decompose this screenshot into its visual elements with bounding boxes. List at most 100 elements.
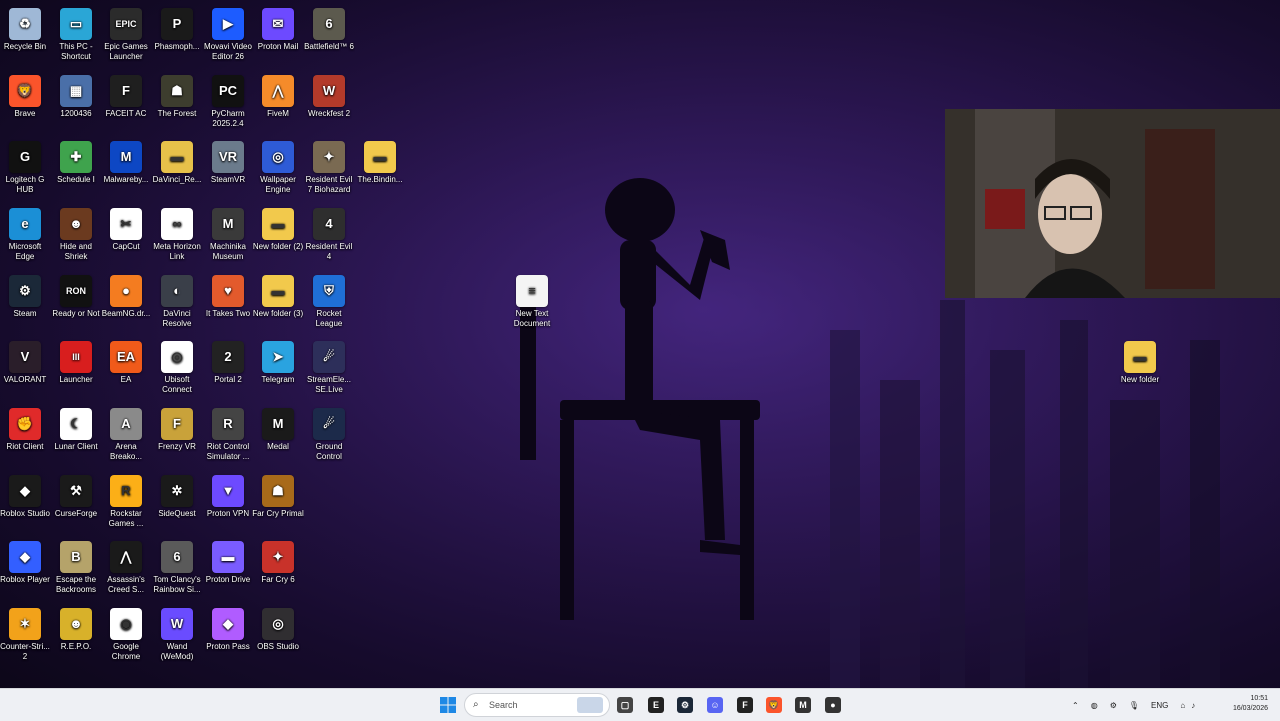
volume-icon[interactable]: ♪ xyxy=(1191,701,1195,710)
desktop-shortcut[interactable]: ✚ Schedule I xyxy=(51,137,101,201)
desktop-shortcut[interactable]: F Frenzy VR xyxy=(152,404,202,468)
desktop-shortcut[interactable]: M Machinika Museum xyxy=(203,204,253,268)
discord-icon[interactable]: ☺ xyxy=(703,693,727,717)
desktop-shortcut[interactable]: ⚒ CurseForge xyxy=(51,471,101,535)
desktop-shortcut[interactable]: ☻ R.E.P.O. xyxy=(51,604,101,668)
desktop-shortcut[interactable]: ✦ Resident Evil 7 Biohazard xyxy=(304,137,354,201)
desktop-shortcut[interactable]: ♻ Recycle Bin xyxy=(0,4,50,68)
edge-icon: e xyxy=(9,208,41,240)
desktop-shortcut[interactable]: ☄ Ground Control xyxy=(304,404,354,468)
desktop-shortcut[interactable]: 4 Resident Evil 4 xyxy=(304,204,354,268)
proton-mail-taskbar-icon[interactable]: M xyxy=(791,693,815,717)
desktop-shortcut[interactable]: e Microsoft Edge xyxy=(0,204,50,268)
ready-or-not-icon: RON xyxy=(60,275,92,307)
desktop-shortcut[interactable]: VR SteamVR xyxy=(203,137,253,201)
network-icon[interactable]: ⌂ xyxy=(1180,701,1185,710)
desktop-shortcut[interactable]: A Arena Breako... xyxy=(101,404,151,468)
desktop-shortcut[interactable]: ◐ DaVinci Resolve xyxy=(152,271,202,335)
desktop-shortcut[interactable]: ▬ Proton Drive xyxy=(203,537,253,601)
desktop-shortcut[interactable]: ♥ It Takes Two xyxy=(203,271,253,335)
schedule-icon: ✚ xyxy=(60,141,92,173)
desktop-shortcut[interactable]: ✊ Riot Client xyxy=(0,404,50,468)
microphone-icon[interactable]: 🎙 xyxy=(1129,701,1139,710)
webcam-person xyxy=(945,109,1280,298)
epic-games-taskbar-icon[interactable]: E xyxy=(644,693,668,717)
desktop-shortcut[interactable]: ◉ Google Chrome xyxy=(101,604,151,668)
windows-start-icon[interactable] xyxy=(436,693,460,717)
desktop-shortcut[interactable]: F FACEIT AC xyxy=(101,71,151,135)
desktop-shortcut[interactable]: ◎ Ubisoft Connect xyxy=(152,337,202,401)
desktop-shortcut[interactable]: ▬ The.Bindin... xyxy=(355,137,405,201)
desktop-shortcut[interactable]: ⛨ Rocket League xyxy=(304,271,354,335)
clock[interactable]: 10:51 16/03/2026 xyxy=(1233,694,1268,714)
desktop-shortcut[interactable]: P Phasmoph... xyxy=(152,4,202,68)
desktop-shortcut[interactable]: ∞ Meta Horizon Link xyxy=(152,204,202,268)
desktop-shortcut[interactable]: 2 Portal 2 xyxy=(203,337,253,401)
desktop-shortcut[interactable]: ☗ Far Cry Primal xyxy=(252,471,304,535)
desktop-shortcut[interactable]: ▬ New folder xyxy=(1115,337,1165,401)
recording-app-icon[interactable]: ● xyxy=(821,693,845,717)
desktop-shortcut[interactable]: III Launcher xyxy=(51,337,101,401)
desktop-shortcut[interactable]: ☗ The Forest xyxy=(152,71,202,135)
desktop-shortcut[interactable]: ▬ New folder (2) xyxy=(253,204,303,268)
desktop-shortcut[interactable]: G Logitech G HUB xyxy=(0,137,50,201)
desktop-shortcut[interactable]: ▭ This PC - Shortcut xyxy=(51,4,101,68)
desktop-shortcut[interactable]: ☻ Hide and Shriek xyxy=(51,204,101,268)
the-forest-icon: ☗ xyxy=(161,75,193,107)
desktop-shortcut[interactable]: ◎ Wallpaper Engine xyxy=(253,137,303,201)
desktop-shortcut[interactable]: W Wand (WeMod) xyxy=(152,604,202,668)
desktop-shortcut[interactable]: EA EA xyxy=(101,337,151,401)
desktop-shortcut[interactable]: EPIC Epic Games Launcher xyxy=(101,4,151,68)
desktop-shortcut[interactable]: ✦ Far Cry 6 xyxy=(253,537,303,601)
desktop-shortcut[interactable]: ✂ CapCut xyxy=(101,204,151,268)
valorant-icon: V xyxy=(9,341,41,373)
desktop-shortcut[interactable]: ◆ Proton Pass xyxy=(203,604,253,668)
desktop-shortcut-label: SideQuest xyxy=(158,509,196,518)
task-view-icon[interactable]: ▢ xyxy=(613,693,637,717)
desktop-shortcut[interactable]: RON Ready or Not xyxy=(51,271,101,335)
desktop-shortcut[interactable]: M Malwareby... xyxy=(101,137,151,201)
steam-tray-icon[interactable]: ⚙ xyxy=(1110,701,1117,710)
desktop-shortcut[interactable]: 6 Battlefield™ 6 xyxy=(304,4,354,68)
desktop-shortcut[interactable]: ≡ New Text Document xyxy=(507,271,557,335)
desktop-shortcut[interactable]: R Riot Control Simulator ... xyxy=(203,404,253,468)
chevron-up-icon[interactable]: ⌃ xyxy=(1072,701,1079,710)
desktop-shortcut[interactable]: 6 Tom Clancy's Rainbow Si... xyxy=(152,537,202,601)
desktop-shortcut[interactable]: PC PyCharm 2025.2.4 xyxy=(203,71,253,135)
desktop-shortcut[interactable]: ▼ Proton VPN xyxy=(203,471,253,535)
taskbar-search-input[interactable]: ⌕ Search xyxy=(464,693,610,717)
desktop-shortcut[interactable]: ◆ Roblox Player xyxy=(0,537,50,601)
desktop-shortcut[interactable]: M Medal xyxy=(253,404,303,468)
desktop-shortcut[interactable]: 🦁 Brave xyxy=(0,71,50,135)
desktop-shortcut-label: Rockstar Games ... xyxy=(108,509,144,528)
desktop-shortcut-label: Malwareby... xyxy=(103,175,149,184)
desktop-shortcut[interactable]: ✉ Proton Mail xyxy=(253,4,303,68)
desktop-shortcut[interactable]: ⋀ Assassin's Creed S... xyxy=(101,537,151,601)
desktop-shortcut-label: DaVinci Resolve xyxy=(162,309,192,328)
desktop-shortcut[interactable]: ● BeamNG.dr... xyxy=(101,271,151,335)
desktop-shortcut[interactable]: ▶ Movavi Video Editor 26 xyxy=(203,4,253,68)
desktop-shortcut[interactable]: ◎ OBS Studio xyxy=(253,604,303,668)
faceit-taskbar-icon[interactable]: F xyxy=(733,693,757,717)
desktop-shortcut[interactable]: ▦ 1200436 xyxy=(51,71,101,135)
desktop-shortcut[interactable]: ✲ SideQuest xyxy=(152,471,202,535)
desktop-shortcut[interactable]: W Wreckfest 2 xyxy=(304,71,354,135)
desktop-shortcut[interactable]: ⚙ Steam xyxy=(0,271,50,335)
desktop-shortcut[interactable]: ➤ Telegram xyxy=(253,337,303,401)
desktop-shortcut[interactable]: ▬ New folder (3) xyxy=(253,271,303,335)
steam-taskbar-icon[interactable]: ⚙ xyxy=(673,693,697,717)
desktop-shortcut[interactable]: B Escape the Backrooms xyxy=(51,537,101,601)
desktop-shortcut[interactable]: ▬ DaVinci_Re... xyxy=(152,137,202,201)
desktop-shortcut-label: Telegram xyxy=(261,375,295,384)
desktop-shortcut[interactable]: ☾ Lunar Client xyxy=(51,404,101,468)
desktop-shortcut-label: CapCut xyxy=(112,242,140,251)
desktop-shortcut[interactable]: V VALORANT xyxy=(0,337,50,401)
desktop-shortcut[interactable]: R Rockstar Games ... xyxy=(101,471,151,535)
brave-taskbar-icon[interactable]: 🦁 xyxy=(762,693,786,717)
desktop-shortcut[interactable]: ⋀ FiveM xyxy=(253,71,303,135)
tray-app-icon[interactable]: ◍ xyxy=(1091,701,1098,710)
desktop-shortcut[interactable]: ◆ Roblox Studio xyxy=(0,471,50,535)
desktop-shortcut[interactable]: ☄ StreamEle... SE.Live xyxy=(304,337,354,401)
language-indicator[interactable]: ENG xyxy=(1151,701,1168,710)
desktop-shortcut[interactable]: ✶ Counter-Stri... 2 xyxy=(0,604,50,668)
